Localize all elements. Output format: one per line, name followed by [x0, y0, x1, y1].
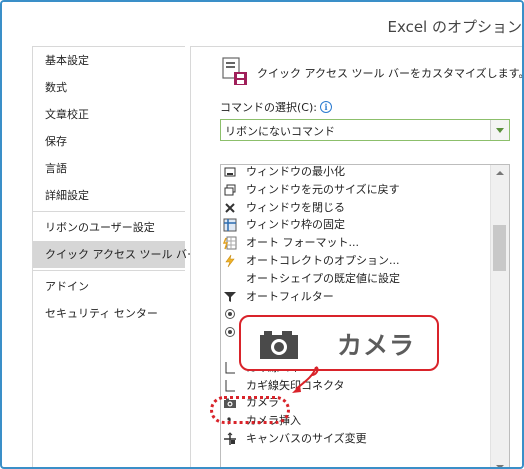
freeze-panes-icon	[223, 218, 237, 232]
sidebar-item-proofing[interactable]: 文章校正	[33, 101, 185, 128]
quick-access-toolbar-icon	[222, 57, 247, 85]
command-list-item[interactable]: ウィンドウを元のサイズに戻す	[221, 181, 491, 199]
command-list-item[interactable]: ウィンドウの最小化	[221, 165, 491, 181]
command-list-item-label: キャンバスのサイズ変更	[246, 431, 367, 445]
options-sidebar: 基本設定 数式 文章校正 保存 言語 詳細設定 リボンのユーザー設定 クイック …	[32, 46, 198, 467]
curve-arrow-connector-icon	[223, 379, 237, 393]
radio-icon	[223, 325, 237, 339]
scroll-up-icon[interactable]	[491, 165, 509, 181]
camera-callout: カメラ	[239, 315, 439, 371]
autoformat-icon	[222, 236, 237, 250]
camera-highlight-ring	[210, 396, 290, 424]
options-dialog: Excel のオプション 基本設定 数式 文章校正 保存 言語 詳細設定 リボン…	[0, 0, 524, 469]
curve-connector-icon	[223, 361, 237, 375]
command-list-item-label: ウィンドウの最小化	[246, 165, 345, 178]
sidebar-item-general[interactable]: 基本設定	[33, 47, 185, 74]
sidebar-item-formulas[interactable]: 数式	[33, 74, 185, 101]
sidebar-separator	[33, 211, 185, 212]
scroll-thumb[interactable]	[493, 225, 506, 271]
blank-icon	[223, 343, 237, 357]
camera-icon	[260, 331, 298, 359]
command-list-item[interactable]: オート フォーマット...	[221, 234, 491, 252]
command-list-item-label: ウィンドウ枠の固定	[246, 218, 345, 232]
command-list-item[interactable]: キャンバスのサイズ変更	[221, 430, 491, 448]
section-header-text: クイック アクセス ツール バーをカスタマイズします。	[257, 67, 524, 80]
command-list-item[interactable]: オートコレクトのオプション...	[221, 252, 491, 270]
chevron-down-icon[interactable]	[490, 120, 509, 140]
title-bar: Excel のオプション	[2, 2, 522, 42]
sidebar-separator	[33, 270, 185, 271]
canvas-resize-icon	[223, 432, 237, 446]
minimize-icon	[223, 165, 237, 179]
command-list-scrollbar[interactable]	[490, 165, 509, 467]
sidebar-item-save[interactable]: 保存	[33, 128, 185, 155]
sidebar-item-trust-center[interactable]: セキュリティ センター	[33, 300, 185, 327]
command-select-dropdown[interactable]: リボンにないコマンド	[220, 119, 510, 141]
sidebar-item-quick-access-toolbar[interactable]: クイック アクセス ツール バー	[33, 241, 198, 268]
callout-pointer	[292, 366, 319, 393]
window-title: Excel のオプション	[387, 18, 522, 36]
sidebar-item-addins[interactable]: アドイン	[33, 273, 185, 300]
scroll-down-icon[interactable]	[491, 459, 509, 467]
command-list-item-label: ウィンドウを元のサイズに戻す	[246, 182, 400, 196]
autocorrect-icon	[223, 254, 237, 268]
command-list-item-label: オートフィルター	[246, 289, 334, 303]
command-list-item[interactable]: オートフィルター	[221, 288, 491, 306]
callout-label: カメラ	[337, 331, 416, 360]
info-icon[interactable]: i	[319, 101, 332, 113]
command-list-item[interactable]: オートシェイプの既定値に設定	[221, 270, 491, 288]
command-list-item-label: ウィンドウを閉じる	[246, 200, 345, 214]
sidebar-item-advanced[interactable]: 詳細設定	[33, 182, 185, 209]
blank-icon	[223, 272, 237, 286]
command-list-item[interactable]: カギ線矢印コネクタ	[221, 377, 491, 395]
command-select-label: コマンドの選択(C): i	[220, 99, 332, 115]
radio-icon	[223, 307, 237, 321]
command-list-item-label: オート フォーマット...	[246, 236, 359, 250]
command-list-item-label: オートコレクトのオプション...	[246, 253, 400, 267]
sidebar-item-customize-ribbon[interactable]: リボンのユーザー設定	[33, 214, 185, 241]
command-list-item[interactable]: ウィンドウを閉じる	[221, 199, 491, 217]
sidebar-item-language[interactable]: 言語	[33, 155, 185, 182]
restore-icon	[223, 183, 237, 197]
command-select-label-text: コマンドの選択(C):	[220, 101, 317, 114]
close-x-icon	[223, 201, 237, 215]
command-list-item[interactable]: ウィンドウ枠の固定	[221, 216, 491, 234]
command-list-item-label: オートシェイプの既定値に設定	[246, 271, 400, 285]
command-select-value: リボンにないコマンド	[225, 125, 335, 138]
filter-icon	[223, 290, 237, 304]
